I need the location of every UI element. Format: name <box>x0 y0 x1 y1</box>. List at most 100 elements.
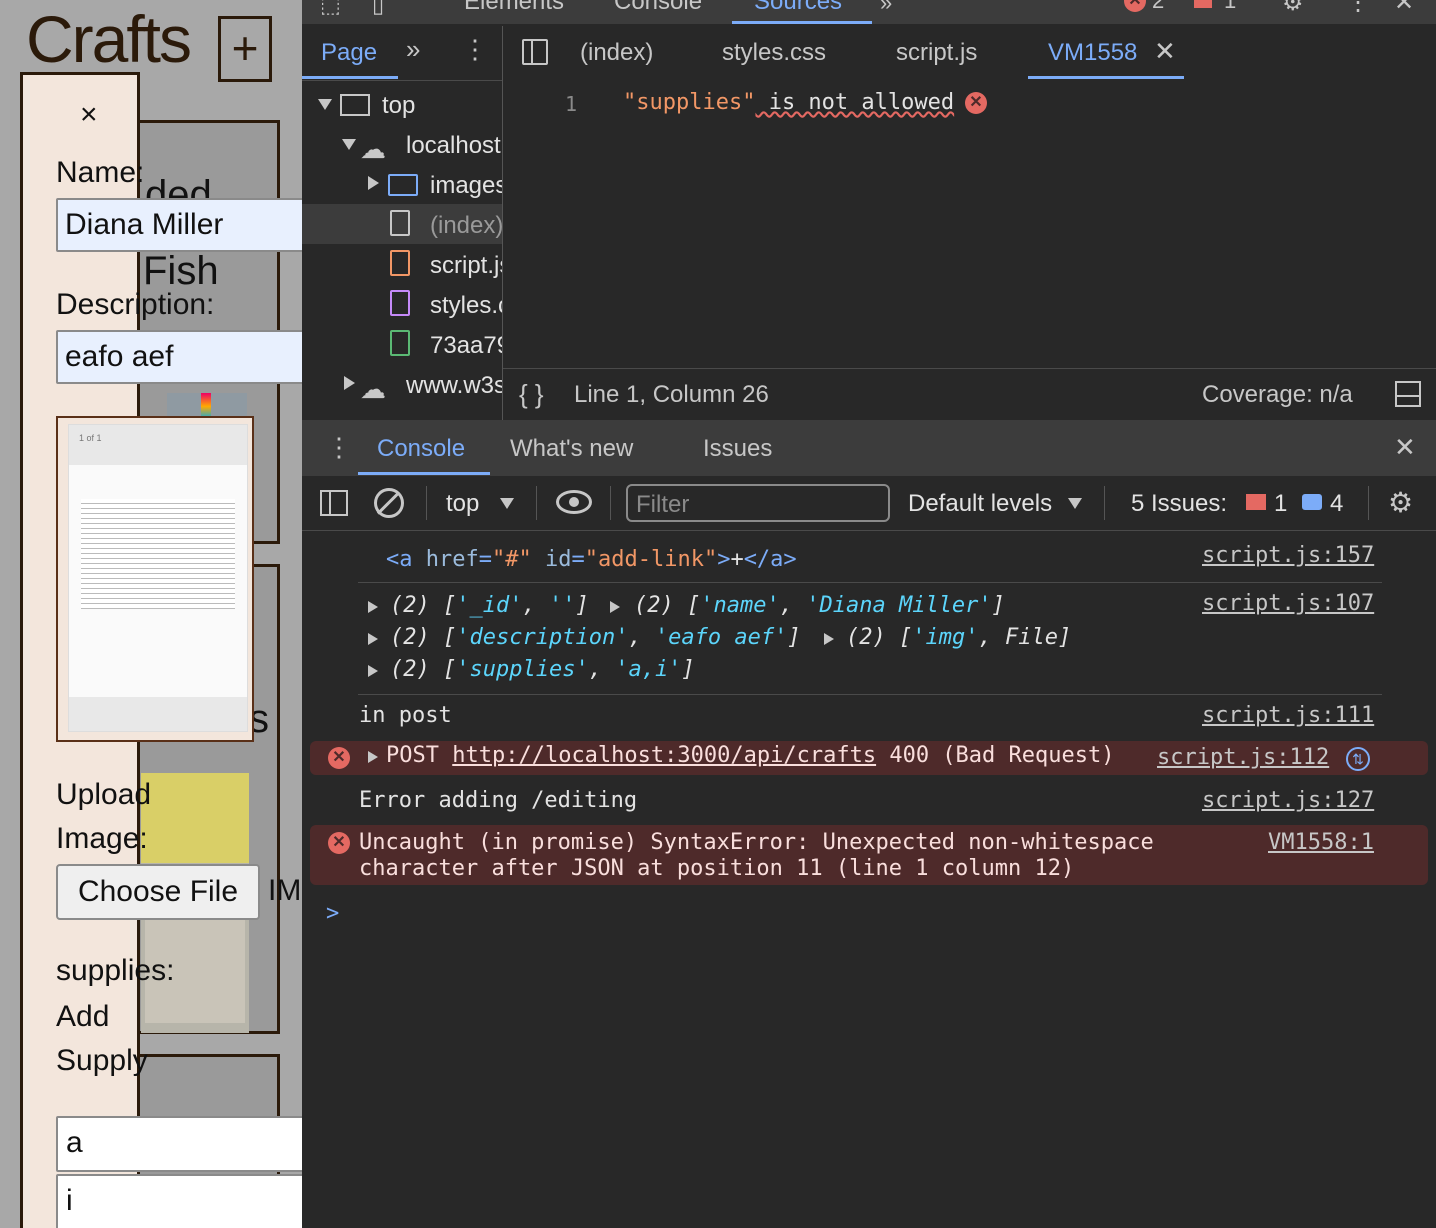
editor-tab-index[interactable]: (index) <box>580 39 653 67</box>
inspect-icon[interactable]: ⬚ <box>320 0 341 18</box>
console-messages: <a href="#" id="add-link">+</a> script.j… <box>302 531 1436 1228</box>
issues-error-count: 1 <box>1274 490 1288 517</box>
editor-tab-vm1558[interactable]: VM1558 <box>1048 39 1137 67</box>
page-title: Crafts <box>26 2 192 76</box>
toggle-debugger-icon[interactable] <box>1395 381 1421 407</box>
more-tabs-icon[interactable]: » <box>406 34 420 65</box>
drawer-tab-issues[interactable]: Issues <box>703 435 772 463</box>
cloud-icon: ☁ <box>360 134 386 164</box>
console-toolbar: top Filter Default levels 5 Issues: 1 4 … <box>302 476 1436 531</box>
pretty-print-icon[interactable]: { } <box>519 379 544 410</box>
console-settings-icon[interactable]: ⚙ <box>1388 486 1413 519</box>
console-log-entry[interactable]: (2) ['description', 'eafo aef'] <box>390 625 801 650</box>
image-file-icon <box>390 330 410 356</box>
cursor-position: Line 1, Column 26 <box>574 381 769 408</box>
css-file-icon <box>390 290 410 316</box>
description-label: Description: <box>56 288 215 321</box>
toggle-navigator-icon[interactable] <box>522 39 548 65</box>
close-tab-icon[interactable]: ✕ <box>1154 36 1176 67</box>
issue-count: 1 <box>1224 0 1237 13</box>
console-log-element[interactable]: <a href="#" id="add-link">+</a> <box>386 547 797 572</box>
tab-sources[interactable]: Sources <box>754 0 842 16</box>
console-log-text: Error adding /editing <box>359 788 638 813</box>
file-icon <box>390 210 410 236</box>
app-page: Crafts + ded Fish r ks × Name: Diana Mil… <box>0 0 302 1228</box>
tree-item-localhost[interactable]: localhost:3000 <box>406 132 502 160</box>
source-link[interactable]: script.js:111 <box>1202 703 1374 728</box>
drawer-tab-whats-new[interactable]: What's new <box>510 435 633 463</box>
supplies-label: supplies: <box>56 954 175 987</box>
source-link[interactable]: script.js:112 <box>1157 745 1329 770</box>
console-log-entry[interactable]: (2) ['_id', ''] <box>390 593 589 618</box>
context-selector[interactable]: top <box>446 490 479 518</box>
issues-label[interactable]: 5 Issues: <box>1131 490 1227 518</box>
sidebar-toggle-icon[interactable] <box>320 490 348 516</box>
pdf-thumbnail: 1 of 1 <box>68 424 248 732</box>
clear-console-icon[interactable] <box>374 488 404 518</box>
tree-item-w3schools[interactable]: www.w3schools.com <box>406 372 502 400</box>
drawer-tabbar: ⋮ Console What's new Issues ✕ <box>302 420 1436 476</box>
issue-info-icon[interactable] <box>1302 494 1322 510</box>
tree-item-index[interactable]: (index) <box>430 212 502 240</box>
network-request-icon[interactable]: ⇅ <box>1346 747 1370 771</box>
source-link[interactable]: VM1558:1 <box>1268 830 1374 855</box>
name-input[interactable]: Diana Miller <box>56 198 302 252</box>
console-log-entry[interactable]: (2) ['supplies', 'a,i'] <box>390 657 695 682</box>
folder-icon <box>388 174 418 196</box>
supply-input[interactable]: i <box>56 1174 302 1228</box>
tree-item-script[interactable]: script.js <box>430 252 502 280</box>
log-levels-dropdown[interactable]: Default levels <box>908 490 1052 518</box>
console-prompt[interactable]: > <box>326 901 339 926</box>
issue-flag-icon[interactable] <box>1194 0 1212 8</box>
error-count: 2 <box>1152 0 1165 13</box>
issue-error-icon[interactable] <box>1246 494 1266 510</box>
add-supply-link[interactable]: Supply <box>56 1044 148 1078</box>
code-error-text: is not allowed <box>755 90 955 115</box>
error-count-icon[interactable]: ✕ <box>1124 0 1146 12</box>
request-url[interactable]: http://localhost:3000/api/crafts <box>452 743 876 768</box>
file-name-text: IM <box>268 874 302 907</box>
source-link[interactable]: script.js:107 <box>1202 591 1374 616</box>
tree-item-top[interactable]: top <box>382 92 415 120</box>
console-error-text: Uncaught (in promise) SyntaxError: Unexp… <box>359 830 1154 855</box>
editor-tab-script[interactable]: script.js <box>896 39 977 67</box>
add-craft-link[interactable]: + <box>218 16 272 82</box>
code-editor[interactable]: 1 "supplies" is not allowed ✕ <box>503 80 1436 368</box>
navigator-tree: top ☁ localhost:3000 images (index) scri… <box>302 80 502 420</box>
drawer-tab-console[interactable]: Console <box>377 435 465 463</box>
console-log-entry[interactable]: (2) ['name', 'Diana Miller'] <box>634 593 1005 618</box>
tab-console[interactable]: Console <box>614 0 702 16</box>
description-input[interactable]: eafo aef <box>56 330 302 384</box>
devtools-panel: ⬚ ▯ Elements Console Sources » ✕ 2 1 ⚙ ⋮… <box>302 0 1436 1228</box>
devtools-main-tabbar: ⬚ ▯ Elements Console Sources » ✕ 2 1 ⚙ ⋮… <box>302 0 1436 24</box>
more-options-icon[interactable]: ⋮ <box>1346 0 1370 17</box>
console-log-entry[interactable]: (2) ['img', File] <box>846 625 1071 650</box>
console-error-text: character after JSON at position 11 (lin… <box>359 856 1075 881</box>
tab-page[interactable]: Page <box>321 39 377 67</box>
upload-label: Image: <box>56 822 148 855</box>
close-icon[interactable]: ✕ <box>1394 0 1414 17</box>
filter-input[interactable]: Filter <box>626 484 890 522</box>
cloud-icon: ☁ <box>360 374 386 404</box>
code-string: "supplies" <box>623 90 756 115</box>
more-tabs-icon[interactable]: » <box>880 0 892 16</box>
more-options-icon[interactable]: ⋮ <box>462 34 488 65</box>
choose-file-button[interactable]: Choose File <box>56 864 260 920</box>
settings-icon[interactable]: ⚙ <box>1282 0 1304 17</box>
pdf-content <box>81 499 235 609</box>
close-drawer-icon[interactable]: ✕ <box>1394 432 1416 463</box>
close-icon[interactable]: × <box>80 98 98 132</box>
error-icon[interactable]: ✕ <box>965 92 987 114</box>
live-expression-eye-icon[interactable] <box>556 490 592 514</box>
device-toolbar-icon[interactable]: ▯ <box>372 0 384 18</box>
tree-item-hash-file[interactable]: 73aa79 <box>430 332 502 360</box>
source-link[interactable]: script.js:157 <box>1202 543 1374 568</box>
tree-item-styles[interactable]: styles.css <box>430 292 502 320</box>
tab-elements[interactable]: Elements <box>464 0 564 16</box>
editor-tab-styles[interactable]: styles.css <box>722 39 826 67</box>
source-link[interactable]: script.js:127 <box>1202 788 1374 813</box>
drawer-menu-icon[interactable]: ⋮ <box>326 432 352 463</box>
tree-item-images[interactable]: images <box>430 172 502 200</box>
supply-input[interactable]: a <box>56 1116 302 1172</box>
add-supply-link[interactable]: Add <box>56 1000 109 1034</box>
